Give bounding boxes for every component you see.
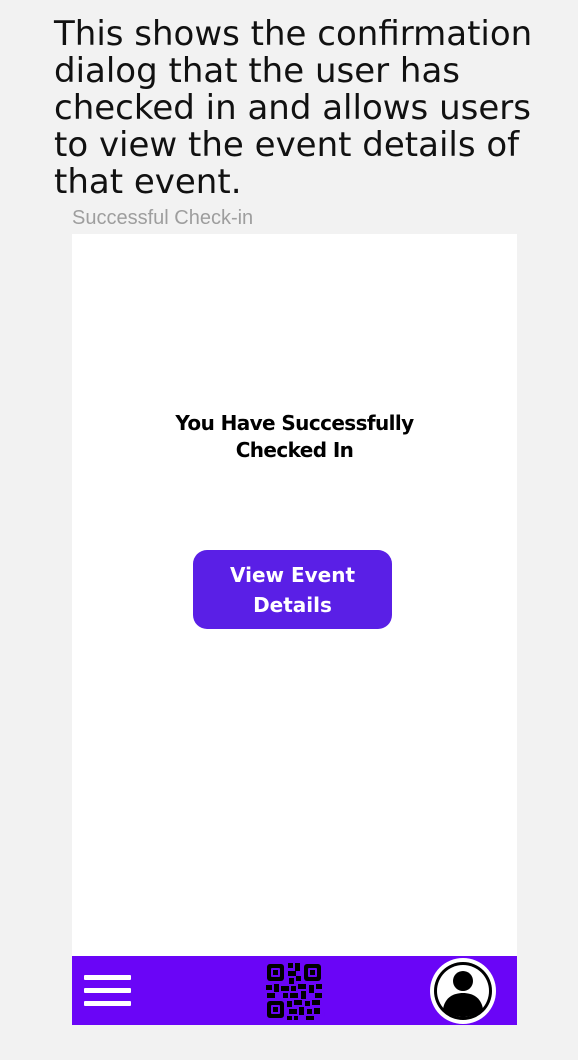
phone-screen: You Have Successfully Checked In View Ev… [72, 234, 517, 1025]
screen-description: This shows the confirmation dialog that … [54, 14, 533, 202]
bottom-navigation-bar [72, 956, 517, 1025]
hamburger-menu-icon[interactable] [84, 975, 131, 1007]
frame-title: Successful Check-in [72, 207, 254, 229]
success-message-line-1: You Have Successfully [175, 411, 414, 435]
success-message: You Have Successfully Checked In [72, 410, 517, 464]
user-profile-icon[interactable] [429, 957, 497, 1025]
success-message-line-2: Checked In [235, 438, 354, 462]
view-event-details-button[interactable]: View Event Details [193, 550, 392, 629]
qr-code-icon[interactable] [263, 960, 325, 1022]
